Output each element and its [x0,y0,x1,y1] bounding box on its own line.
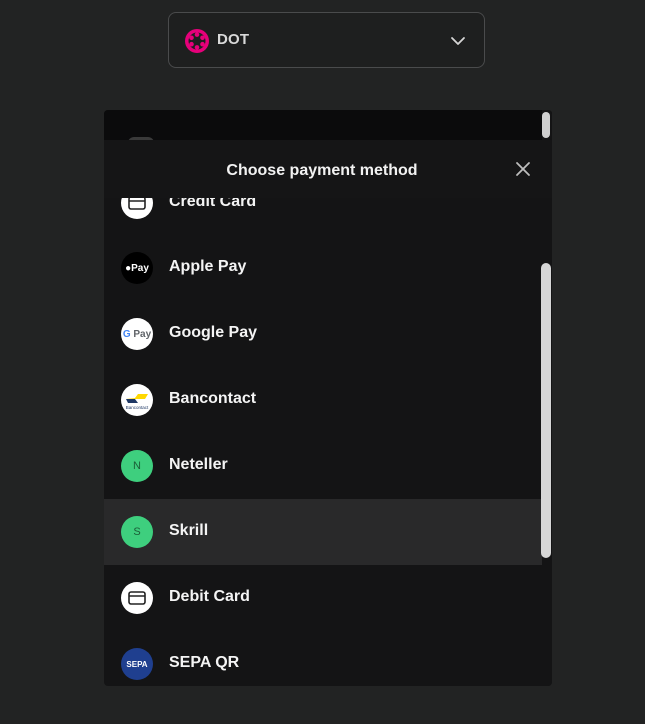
svg-text:Bancontact: Bancontact [126,405,149,410]
payment-option-skrill[interactable]: S Skrill [104,499,542,565]
sepa-icon: SEPA [121,648,153,680]
payment-option-debit-card[interactable]: Debit Card [104,565,542,631]
payment-option-label: Google Pay [169,324,258,341]
debit-card-icon [121,582,153,614]
payment-option-label: SEPA QR [169,654,240,671]
polkadot-icon [185,29,209,53]
chevron-down-icon [451,37,465,45]
panel-top-strip [104,110,552,143]
payment-method-panel: Credit Card ●Pay Apple Pay G Pay Google … [104,110,552,686]
payment-option-label: Bancontact [169,390,257,407]
modal-header: Choose payment method [104,140,552,198]
scrollbar-thumb[interactable] [541,263,551,558]
payment-option-label: Debit Card [169,588,250,605]
payment-option-label: Neteller [169,456,228,473]
payment-option-google-pay[interactable]: G Pay Google Pay [104,301,542,367]
google-pay-icon: G Pay [121,318,153,350]
payment-option-neteller[interactable]: N Neteller [104,433,542,499]
modal-title: Choose payment method [226,162,418,179]
payment-option-label: Apple Pay [169,258,247,275]
currency-label: DOT [217,31,250,48]
currency-select[interactable]: DOT [168,12,485,68]
bancontact-icon: Bancontact [121,384,153,416]
payment-option-sepa-qr[interactable]: SEPA SEPA QR [104,631,542,686]
neteller-icon: N [121,450,153,482]
payment-option-apple-pay[interactable]: ●Pay Apple Pay [104,235,542,301]
outer-scrollbar-thumb[interactable] [542,112,550,138]
skrill-icon: S [121,516,153,548]
payment-option-bancontact[interactable]: Bancontact Bancontact [104,367,542,433]
close-icon[interactable] [514,160,532,178]
apple-pay-icon: ●Pay [121,252,153,284]
payment-option-label: Skrill [169,522,209,539]
